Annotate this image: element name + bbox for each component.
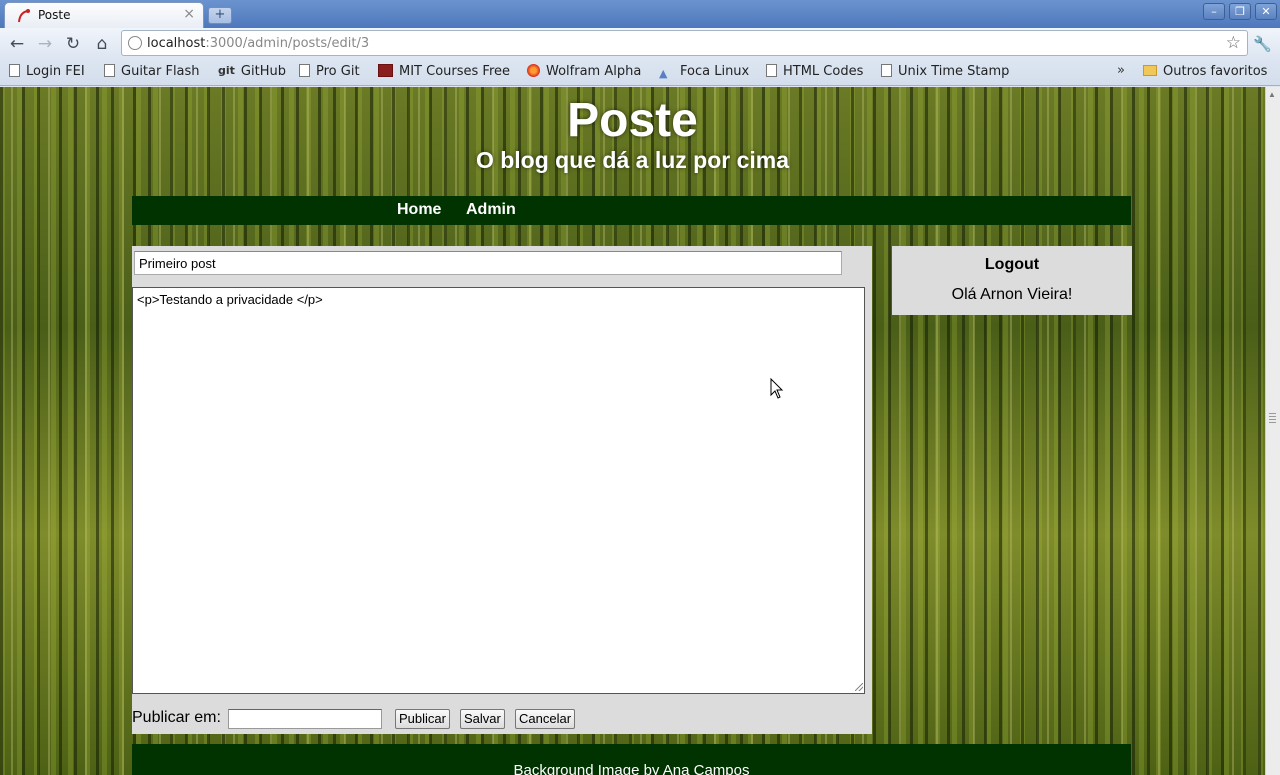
bookmark-github[interactable]: git GitHub xyxy=(218,64,286,82)
page-icon xyxy=(9,64,20,77)
bookmark-label: Guitar Flash xyxy=(121,64,200,79)
page-scrollbar[interactable] xyxy=(1265,87,1280,775)
page-viewport: Poste O blog que dá a luz por cima Home … xyxy=(0,87,1265,775)
bookmark-label: GitHub xyxy=(240,64,286,79)
url-host: localhost xyxy=(147,36,206,51)
back-arrow-icon[interactable]: ← xyxy=(7,34,27,54)
bookmark-unix-time-stamp[interactable]: Unix Time Stamp xyxy=(881,64,1009,82)
restore-icon[interactable]: ❐ xyxy=(1229,3,1251,20)
page-icon xyxy=(299,64,310,77)
bookmarks-overflow-icon[interactable]: » xyxy=(1117,63,1125,78)
bookmark-label: Unix Time Stamp xyxy=(898,64,1010,79)
user-sidebar: Logout Olá Arnon Vieira! xyxy=(892,246,1132,315)
bookmark-html-codes[interactable]: HTML Codes xyxy=(766,64,863,82)
wrench-icon[interactable]: 🔧 xyxy=(1253,35,1272,53)
user-greeting: Olá Arnon Vieira! xyxy=(951,286,1073,303)
new-tab-button[interactable]: + xyxy=(208,7,232,24)
post-body-textarea[interactable]: <p>Testando a privacidade </p> xyxy=(132,287,865,694)
bookmark-label: Login FEI xyxy=(26,64,85,79)
bookmark-star-icon[interactable]: ☆ xyxy=(1226,33,1241,53)
publish-date-label: Publicar em: xyxy=(132,709,221,726)
tab-title: Poste xyxy=(38,8,71,22)
reload-icon[interactable]: ↻ xyxy=(63,34,83,54)
bookmark-wolfram-alpha[interactable]: Wolfram Alpha xyxy=(527,64,641,82)
nav-admin-link[interactable]: Admin xyxy=(466,201,516,219)
publish-date-input[interactable] xyxy=(228,709,382,729)
site-tagline: O blog que dá a luz por cima xyxy=(475,147,790,173)
minimize-icon[interactable]: – xyxy=(1203,3,1225,20)
bookmark-login-fei[interactable]: Login FEI xyxy=(9,64,85,82)
git-icon: git xyxy=(218,64,235,77)
bookmark-label: Foca Linux xyxy=(680,64,750,79)
foca-icon: ▲ xyxy=(659,67,668,80)
bookmark-label: HTML Codes xyxy=(783,64,864,79)
page-icon xyxy=(104,64,115,77)
home-icon[interactable]: ⌂ xyxy=(92,34,112,54)
mit-icon xyxy=(378,64,393,77)
bookmark-other-favorites[interactable]: Outros favoritos xyxy=(1143,64,1267,82)
scroll-up-icon[interactable]: ▲ xyxy=(1268,90,1276,99)
publish-button[interactable]: Publicar xyxy=(395,709,450,729)
logout-link[interactable]: Logout xyxy=(892,256,1132,274)
url-path: :3000/admin/posts/edit/3 xyxy=(205,36,370,51)
site-footer: Background Image by Ana Campos xyxy=(132,744,1131,775)
site-title: Poste xyxy=(567,94,698,147)
address-bar[interactable]: localhost:3000/admin/posts/edit/3 ☆ xyxy=(121,30,1248,56)
bookmark-label: MIT Courses Free xyxy=(399,64,511,79)
cancel-button[interactable]: Cancelar xyxy=(515,709,576,729)
url-text: localhost:3000/admin/posts/edit/3 xyxy=(147,36,369,51)
tab-close-icon[interactable]: × xyxy=(183,6,195,22)
bookmark-label: Wolfram Alpha xyxy=(546,64,642,79)
favicon-icon xyxy=(18,9,30,23)
bookmark-guitar-flash[interactable]: Guitar Flash xyxy=(104,64,200,82)
footer-credit: Background Image by Ana Campos xyxy=(513,762,750,775)
bookmarks-bar: Login FEI Guitar Flash git GitHub Pro Git… xyxy=(0,60,1280,86)
forward-arrow-icon[interactable]: → xyxy=(35,34,55,54)
bookmark-pro-git[interactable]: Pro Git xyxy=(299,64,360,82)
mouse-cursor-icon xyxy=(770,378,784,399)
bookmark-foca-linux[interactable]: ▲ Foca Linux xyxy=(659,64,749,82)
main-nav: Home Admin xyxy=(132,196,1131,225)
post-title-input[interactable] xyxy=(134,251,842,275)
page-globe-icon xyxy=(128,36,142,50)
bookmark-label: Outros favoritos xyxy=(1163,64,1268,79)
folder-icon xyxy=(1143,65,1157,76)
page-icon xyxy=(881,64,892,77)
page-icon xyxy=(766,64,777,77)
save-button[interactable]: Salvar xyxy=(460,709,505,729)
close-window-icon[interactable]: ✕ xyxy=(1255,3,1277,20)
bookmark-mit-courses[interactable]: MIT Courses Free xyxy=(378,64,510,82)
browser-tab[interactable]: Poste × xyxy=(4,2,204,28)
textarea-resize-handle[interactable] xyxy=(855,683,863,691)
scrollbar-grip[interactable] xyxy=(1269,413,1276,423)
post-edit-form: <p>Testando a privacidade </p> Publicar … xyxy=(132,246,872,734)
bookmark-label: Pro Git xyxy=(316,64,360,79)
nav-home-link[interactable]: Home xyxy=(397,201,441,219)
wolfram-icon xyxy=(527,64,540,77)
